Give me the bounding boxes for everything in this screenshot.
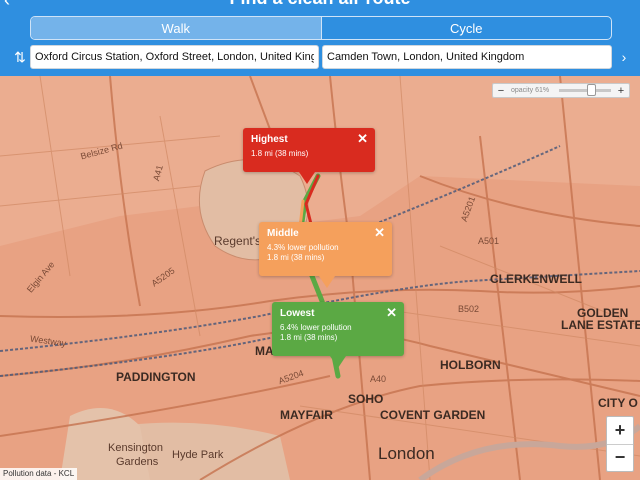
label-a40: A40 xyxy=(370,374,387,384)
close-icon[interactable]: ✕ xyxy=(357,131,368,147)
opacity-label: opacity 61% xyxy=(511,87,550,94)
label-kensington: Kensington xyxy=(108,442,164,454)
label-mayfair: MAYFAIR xyxy=(280,408,333,422)
swap-locations-icon[interactable]: ⇅ xyxy=(12,44,28,70)
popup-tail xyxy=(330,356,346,368)
opacity-increase-button[interactable]: + xyxy=(613,84,629,97)
tab-cycle[interactable]: Cycle xyxy=(320,17,612,39)
zoom-out-button[interactable]: − xyxy=(607,443,633,472)
pollution-map[interactable]: CLERKENWELL GOLDEN LANE ESTATE PADDINGTO… xyxy=(0,76,640,480)
label-lane-estate: LANE ESTATE xyxy=(561,318,640,332)
close-icon[interactable]: ✕ xyxy=(386,305,397,321)
opacity-decrease-button[interactable]: − xyxy=(493,84,509,97)
route-popup-lowest[interactable]: Lowest 6.4% lower pollution 1.8 mi (38 m… xyxy=(272,302,404,368)
zoom-in-button[interactable]: + xyxy=(607,417,633,444)
route-distance: 1.8 mi (38 mins) xyxy=(267,253,325,262)
app-header: ‹ Find a clean air route Walk Cycle ⇅ › xyxy=(0,0,640,76)
label-city: CITY O xyxy=(598,396,638,410)
route-popup-middle[interactable]: Middle 4.3% lower pollution 1.8 mi (38 m… xyxy=(259,222,392,288)
label-b502: B502 xyxy=(458,304,480,314)
page-title: Find a clean air route xyxy=(0,0,640,9)
route-distance: 1.8 mi (38 mins) xyxy=(280,333,338,342)
opacity-slider-thumb[interactable] xyxy=(586,84,596,96)
label-london: London xyxy=(378,444,435,463)
label-holborn: HOLBORN xyxy=(440,358,501,372)
label-clerkenwell: CLERKENWELL xyxy=(490,272,582,286)
to-location-input[interactable] xyxy=(322,45,612,69)
travel-mode-toggle: Walk Cycle xyxy=(30,16,612,40)
label-covent-garden: COVENT GARDEN xyxy=(380,408,486,422)
close-icon[interactable]: ✕ xyxy=(374,225,385,241)
opacity-control: − opacity 61% + xyxy=(492,83,630,98)
route-popup-highest[interactable]: Highest 1.8 mi (38 mins) ✕ xyxy=(243,128,375,184)
label-soho: SOHO xyxy=(348,392,384,406)
label-hyde-park: Hyde Park xyxy=(172,449,224,461)
label-paddington: PADDINGTON xyxy=(116,370,196,384)
popup-tail xyxy=(299,172,315,184)
route-name: Lowest xyxy=(280,308,315,319)
label-ma: MA xyxy=(255,344,274,358)
label-a501: A501 xyxy=(478,236,500,246)
from-location-input[interactable] xyxy=(30,45,319,69)
opacity-slider[interactable] xyxy=(559,84,611,96)
tab-walk[interactable]: Walk xyxy=(31,17,321,39)
route-name: Highest xyxy=(251,134,288,145)
zoom-control: + − xyxy=(606,416,634,472)
label-regents: Regent's xyxy=(214,234,261,248)
route-detail: 6.4% lower pollution xyxy=(280,323,352,332)
popup-tail xyxy=(319,276,335,288)
route-detail: 4.3% lower pollution xyxy=(267,243,339,252)
route-name: Middle xyxy=(267,228,299,239)
scroll-indicator-icon: › xyxy=(621,49,627,65)
pollution-data-attribution: Pollution data - KCL xyxy=(0,468,78,480)
route-distance: 1.8 mi (38 mins) xyxy=(251,149,309,158)
label-gardens: Gardens xyxy=(116,456,159,468)
